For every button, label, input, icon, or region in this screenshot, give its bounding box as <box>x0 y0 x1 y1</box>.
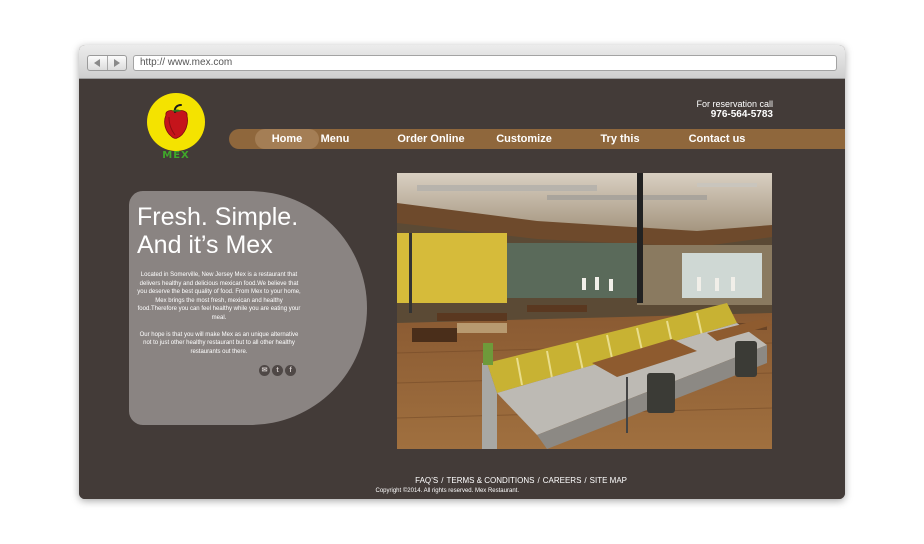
email-icon[interactable]: ✉ <box>259 365 270 376</box>
footer-links: FAQ’S / TERMS & CONDITIONS / CAREERS / SITE MA… <box>79 476 627 485</box>
facebook-icon[interactable]: f <box>285 365 296 376</box>
browser-toolbar: http:// www.mex.com <box>79 45 845 79</box>
footer-link-careers[interactable]: CAREERS <box>543 476 582 485</box>
forward-arrow-icon <box>113 59 120 67</box>
footer-separator: / <box>537 476 540 485</box>
hero-title: Fresh. Simple. And it’s Mex <box>137 203 337 259</box>
forward-button[interactable] <box>106 56 127 70</box>
social-links: ✉ t f <box>259 365 296 376</box>
nav-order-online[interactable]: Order Online <box>391 129 471 149</box>
red-pepper-icon <box>164 104 188 139</box>
back-arrow-icon <box>94 59 101 67</box>
hero-body: Located in Somerville, New Jersey Mex is… <box>137 271 301 356</box>
hero-title-line-1: Fresh. Simple. <box>137 203 299 231</box>
nav-home[interactable]: Home <box>255 129 319 149</box>
twitter-icon[interactable]: t <box>272 365 283 376</box>
logo-text: MEX <box>162 150 190 161</box>
nav-menu[interactable]: Menu <box>313 129 357 149</box>
footer-link-faqs[interactable]: FAQ’S <box>415 476 438 485</box>
footer-link-terms[interactable]: TERMS & CONDITIONS <box>446 476 534 485</box>
mex-logo[interactable]: MEX <box>147 93 207 163</box>
hero-paragraph-2: Our hope is that you will make Mex as an… <box>139 331 299 355</box>
main-nav: Home Menu Order Online Customize Try thi… <box>229 129 845 149</box>
restaurant-interior-photo <box>397 173 772 449</box>
footer-separator: / <box>584 476 587 485</box>
hero-paragraph-1: Located in Somerville, New Jersey Mex is… <box>137 272 301 321</box>
logo-circle <box>147 93 205 151</box>
footer-link-sitemap[interactable]: SITE MAP <box>590 476 627 485</box>
web-page: MEX For reservation call 976-564-5783 Ho… <box>79 79 845 499</box>
nav-try-this[interactable]: Try this <box>595 129 645 149</box>
reservation-label: For reservation call <box>696 99 773 109</box>
back-button[interactable] <box>88 56 107 70</box>
reservation-phone[interactable]: 976-564-5783 <box>696 109 773 120</box>
nav-contact-us[interactable]: Contact us <box>685 129 749 149</box>
address-bar[interactable]: http:// www.mex.com <box>133 55 837 71</box>
nav-customize[interactable]: Customize <box>491 129 557 149</box>
hero-panel: Fresh. Simple. And it’s Mex Located in S… <box>129 191 367 425</box>
reservation-info: For reservation call 976-564-5783 <box>696 99 773 120</box>
browser-window: http:// www.mex.com MEX For reservation … <box>79 45 845 499</box>
hero-title-line-2: And it’s Mex <box>137 231 273 259</box>
history-buttons <box>87 55 127 71</box>
copyright: Copyright ©2014. All rights reserved. Me… <box>375 488 520 494</box>
footer-separator: / <box>441 476 444 485</box>
